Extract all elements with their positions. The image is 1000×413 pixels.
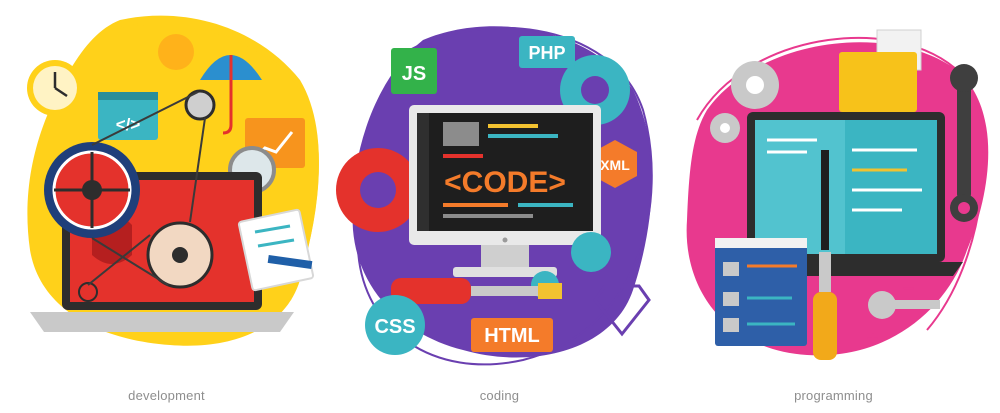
- programming-illustration: − + programming: [667, 0, 1000, 413]
- js-label: JS: [402, 63, 426, 85]
- xml-label: XML: [600, 157, 630, 173]
- html-badge: HTML: [471, 318, 553, 352]
- code-screen-text: <CODE>: [444, 166, 566, 199]
- development-illustration: </> development: [0, 0, 333, 413]
- red-roller: [78, 282, 98, 302]
- code-card: [715, 238, 807, 346]
- orange-dot: [158, 34, 194, 70]
- caption-programming: programming: [794, 388, 873, 403]
- css-badge: CSS: [365, 295, 425, 355]
- gear-icon-large: [731, 61, 779, 109]
- coding-artwork: JS PHP XML <CODE> CSS HTML: [336, 26, 653, 366]
- php-label: PHP: [528, 43, 565, 63]
- gear-icon-small: [710, 113, 740, 143]
- coding-illustration: JS PHP XML <CODE> CSS HTML coding: [333, 0, 666, 413]
- css-label: CSS: [374, 316, 415, 338]
- minus-sign: −: [903, 278, 915, 300]
- plus-sign: +: [867, 328, 879, 350]
- programming-artwork: − +: [686, 29, 989, 360]
- html-label: HTML: [484, 325, 540, 347]
- js-badge: JS: [391, 48, 437, 94]
- caption-development: development: [128, 388, 205, 403]
- clipboard: [237, 208, 315, 292]
- php-badge: PHP: [519, 36, 575, 68]
- folder-icon: [839, 29, 922, 112]
- red-gear-left: [336, 148, 420, 232]
- caption-coding: coding: [479, 388, 520, 403]
- development-artwork: </>: [27, 15, 319, 346]
- teal-gear-mid: [571, 232, 611, 272]
- clock-icon: [27, 60, 83, 116]
- dart-wheel: [44, 142, 140, 238]
